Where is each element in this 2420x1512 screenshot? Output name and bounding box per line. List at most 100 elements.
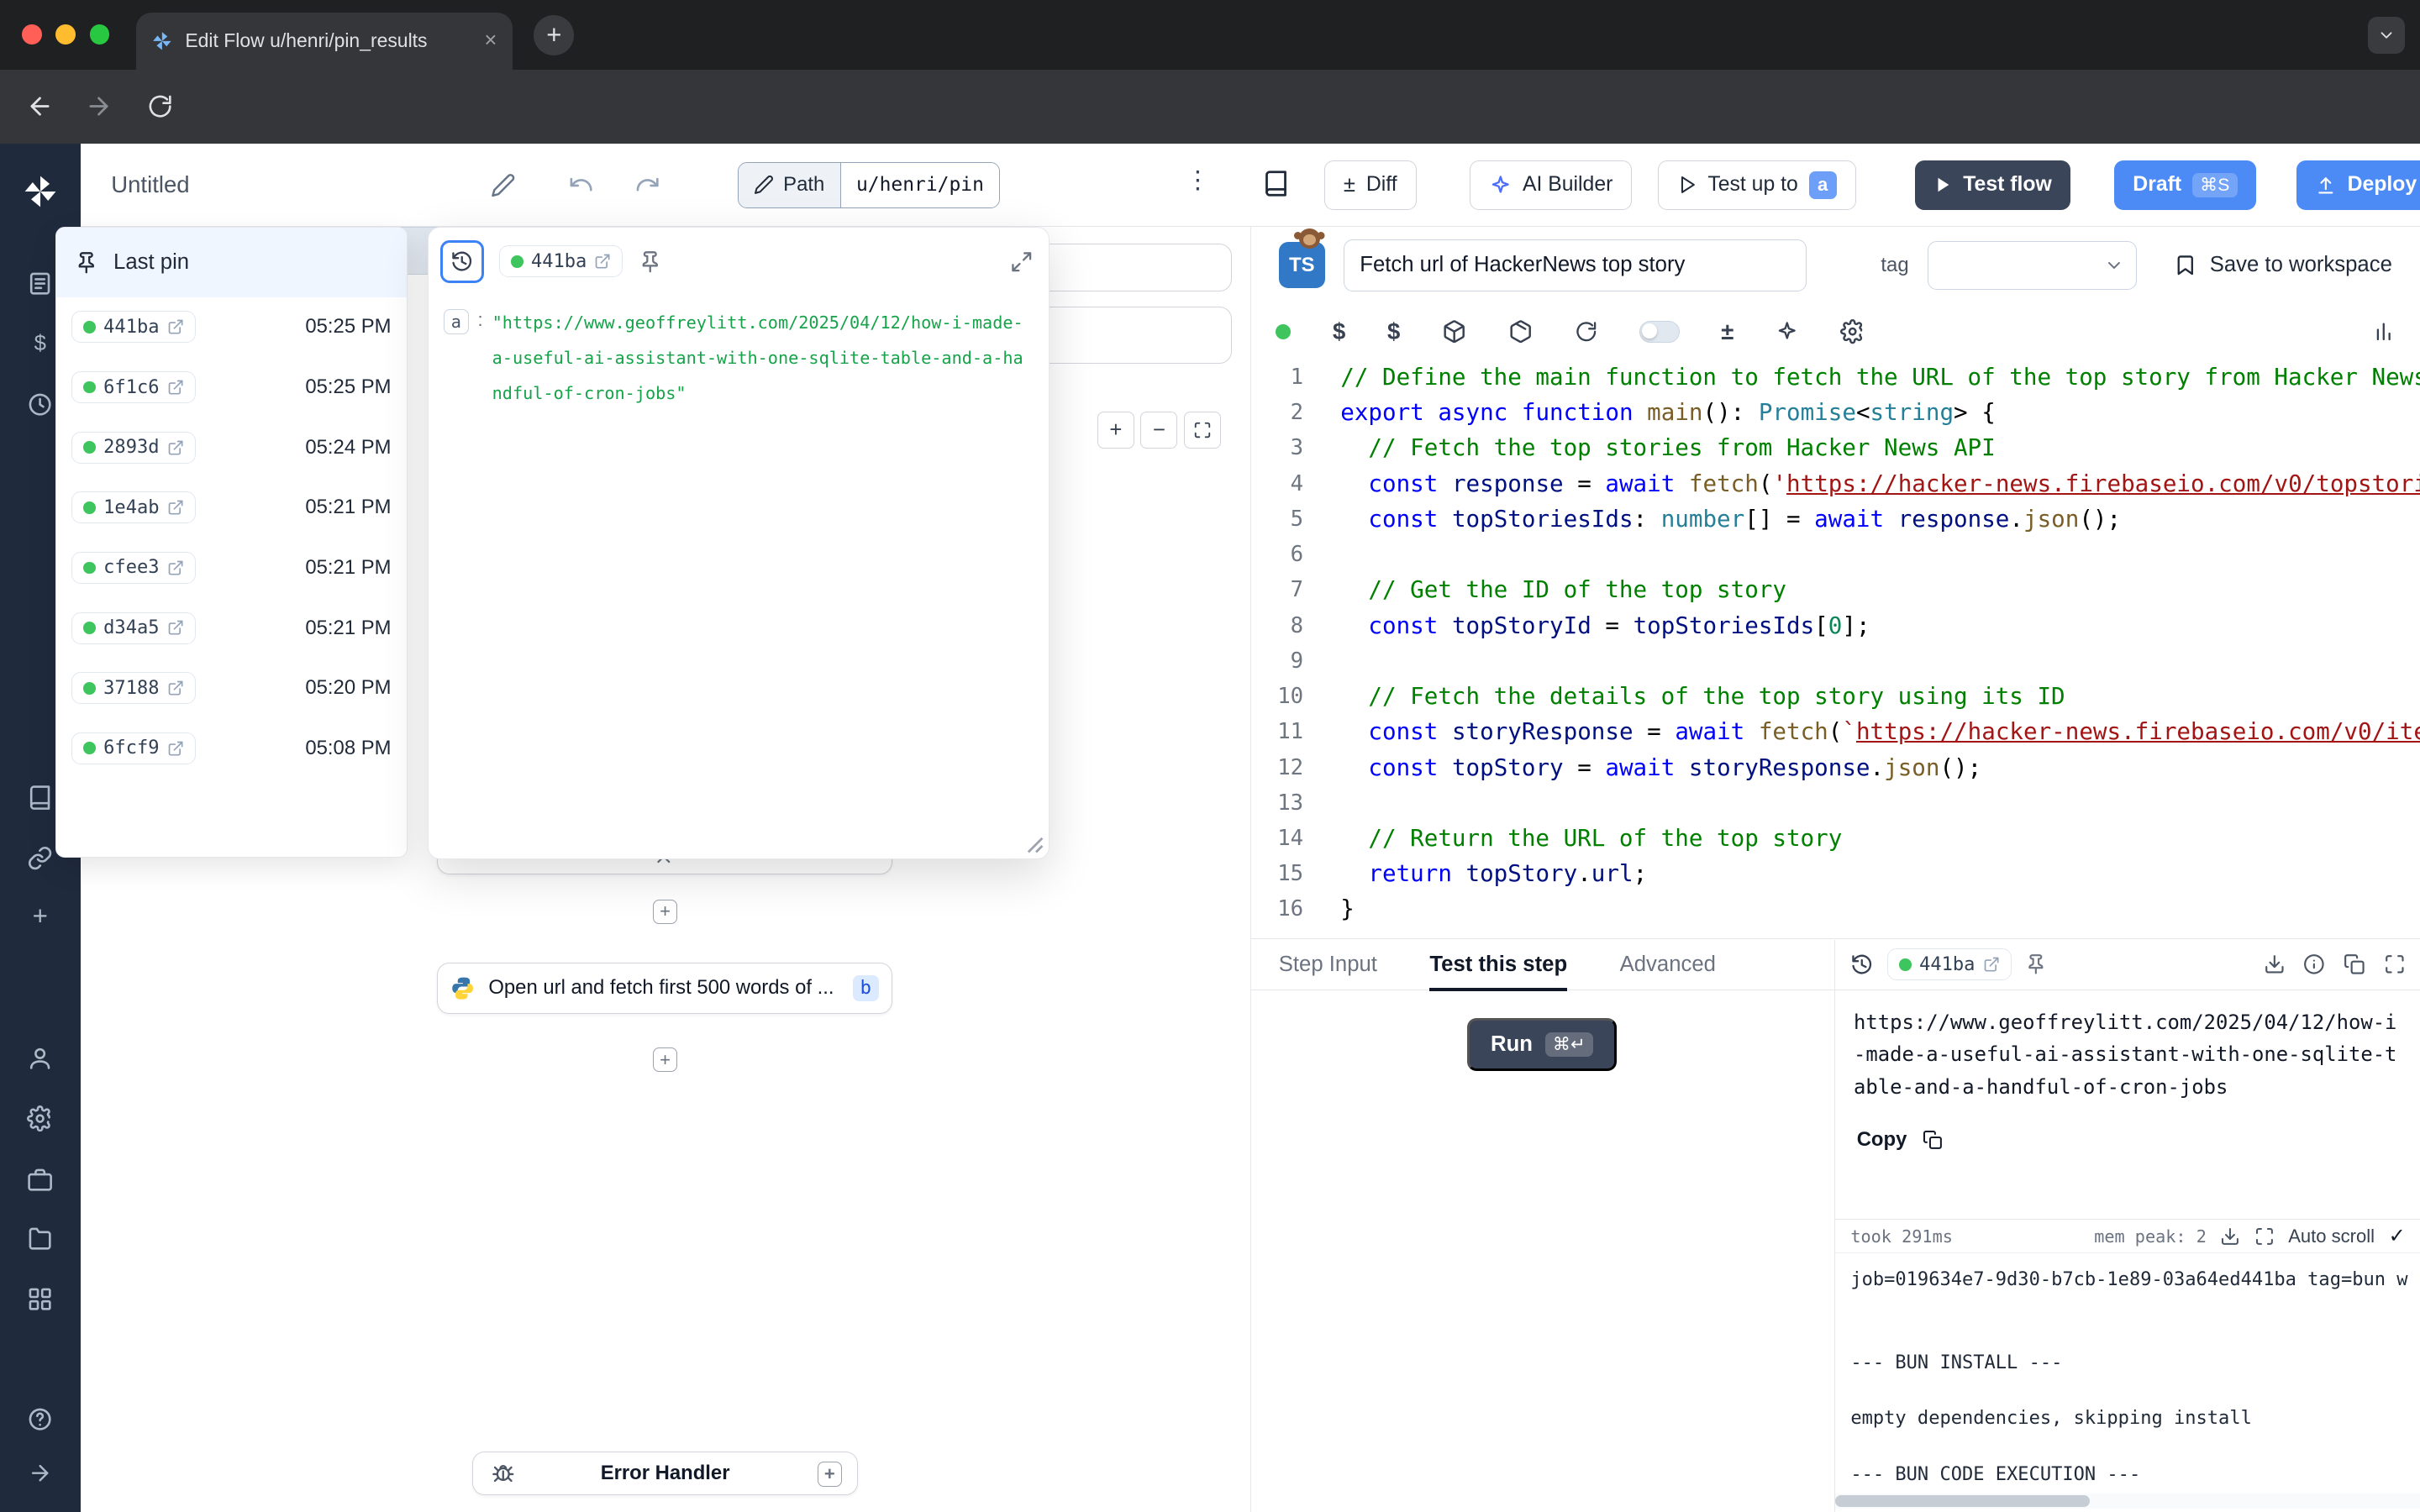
sidebar-expand-button[interactable] [26,1460,54,1488]
sidebar-item-runs[interactable] [26,270,54,297]
external-link-icon[interactable] [167,318,184,335]
run-button[interactable]: Run ⌘↵ [1467,1018,1617,1070]
code-line[interactable]: 14 // Return the URL of the top story [1251,821,2420,856]
external-link-icon[interactable] [167,379,184,396]
last-pin-row[interactable]: 6f1c6 05:25 PM [56,357,407,417]
diff-button[interactable]: ± Diff [1324,160,1417,210]
code-line[interactable]: 13 [1251,785,2420,821]
tab-overflow-button[interactable] [2368,17,2405,54]
test-flow-button[interactable]: Test flow [1915,160,2070,210]
deploy-button[interactable]: Deploy [2296,160,2420,210]
code-line[interactable]: 10 // Fetch the details of the top story… [1251,679,2420,714]
history-button[interactable] [440,240,483,283]
download-icon[interactable] [2264,953,2286,975]
diff-editor-icon[interactable]: ± [1721,318,1733,345]
resources-icon[interactable]: $ [1387,318,1400,345]
code-line[interactable]: 6 [1251,537,2420,572]
macos-minimize-button[interactable] [55,24,76,45]
external-link-icon[interactable] [594,253,611,270]
log-horizontal-scrollbar[interactable] [1835,1494,2420,1509]
info-icon[interactable] [2303,953,2325,975]
code-line[interactable]: 1// Define the main function to fetch th… [1251,360,2420,395]
code-line[interactable]: 3 // Fetch the top stories from Hacker N… [1251,430,2420,465]
reload-button[interactable] [142,88,179,125]
assets-icon[interactable] [2372,320,2396,344]
history-icon[interactable] [1850,953,1874,977]
run-id-badge[interactable]: 441ba [499,245,623,277]
step-summary-input[interactable] [1344,239,1807,291]
code-line[interactable]: 11 const storyResponse = await fetch(`ht… [1251,714,2420,749]
tag-select[interactable] [1928,241,2138,291]
edit-title-button[interactable] [491,173,515,197]
external-link-icon[interactable] [167,499,184,516]
path-edit-button[interactable]: Path [739,163,841,207]
code-line[interactable]: 8 const topStoryId = topStoriesIds[0]; [1251,608,2420,643]
insert-step-button[interactable]: + [653,1047,677,1072]
editor-settings-icon[interactable] [1840,319,1865,344]
windmill-logo[interactable] [22,173,59,210]
run-id-badge[interactable]: 37188 [71,672,195,704]
run-id-badge[interactable]: cfee3 [71,552,195,584]
pin-icon[interactable] [2025,953,2047,975]
last-pin-row[interactable]: 2893d 05:24 PM [56,417,407,478]
sidebar-item-create[interactable]: + [26,902,54,930]
clipboard-icon[interactable] [2344,953,2365,975]
tab-close-icon[interactable]: × [484,30,497,52]
run-id-badge[interactable]: 2893d [71,432,195,464]
error-handler-add-button[interactable]: + [818,1462,842,1486]
external-link-icon[interactable] [1983,956,2000,973]
external-link-icon[interactable] [167,559,184,576]
fit-view-button[interactable] [1184,412,1221,449]
run-id-badge[interactable]: 441ba [71,311,195,343]
insert-step-button[interactable]: + [653,900,677,924]
zoom-in-button[interactable]: + [1097,412,1134,449]
forward-button[interactable] [81,88,118,125]
draft-button[interactable]: Draft ⌘S [2114,160,2255,210]
run-id-badge[interactable]: 6fcf9 [71,732,195,764]
sidebar-item-help[interactable] [26,1405,54,1433]
fullscreen-icon[interactable] [2254,1226,2275,1247]
copy-button[interactable]: Copy [1854,1128,2402,1152]
expand-icon[interactable] [1010,250,1034,274]
last-pin-row[interactable]: d34a5 05:21 PM [56,598,407,659]
dependencies-icon[interactable] [1508,319,1533,344]
code-line[interactable]: 2export async function main(): Promise<s… [1251,395,2420,430]
last-pin-row[interactable]: 1e4ab 05:21 PM [56,478,407,538]
new-tab-button[interactable]: + [534,15,574,55]
tab-step-input[interactable]: Step Input [1279,940,1377,990]
error-handler-node[interactable]: Error Handler + [472,1452,858,1494]
refresh-icon[interactable] [1575,320,1598,344]
tab-test-this-step[interactable]: Test this step [1429,940,1567,990]
code-line[interactable]: 9 [1251,643,2420,679]
code-line[interactable]: 15 return topStory.url; [1251,856,2420,891]
code-line[interactable]: 5 const topStoriesIds: number[] = await … [1251,501,2420,537]
resize-handle[interactable] [1027,837,1044,853]
last-pin-row[interactable]: 6fcf9 05:08 PM [56,718,407,779]
code-line[interactable]: 16} [1251,891,2420,927]
auto-scroll-checkbox[interactable]: ✓ [2389,1224,2406,1248]
diff-mode-toggle[interactable] [1639,321,1680,343]
back-button[interactable] [22,88,59,125]
sidebar-item-variables[interactable]: $ [26,330,54,358]
flow-step-b-node[interactable]: Open url and fetch first 500 words of ..… [437,963,892,1014]
code-line[interactable]: 4 const response = await fetch('https://… [1251,466,2420,501]
test-up-to-button[interactable]: Test up to a [1658,160,1856,210]
sidebar-item-account[interactable] [26,1044,54,1072]
external-link-icon[interactable] [167,619,184,636]
browser-tab[interactable]: Edit Flow u/henri/pin_results × [136,13,513,70]
last-pin-row[interactable]: cfee3 05:21 PM [56,538,407,598]
path-control[interactable]: Path u/henri/pin [738,162,1000,208]
macos-close-button[interactable] [22,24,42,45]
zoom-out-button[interactable]: − [1140,412,1177,449]
sidebar-item-apps[interactable] [26,1285,54,1313]
code-line[interactable]: 7 // Get the ID of the top story [1251,572,2420,607]
fullscreen-icon[interactable] [2384,953,2406,975]
save-to-workspace-button[interactable]: Save to workspace [2174,253,2391,277]
sidebar-item-resources[interactable] [26,784,54,811]
last-pin-row[interactable]: 37188 05:20 PM [56,658,407,718]
sidebar-item-schedules[interactable] [26,391,54,418]
sidebar-item-folders[interactable] [26,1225,54,1252]
external-link-icon[interactable] [167,740,184,757]
last-pin-header[interactable]: Last pin [56,228,407,297]
pin-icon[interactable] [639,250,662,274]
